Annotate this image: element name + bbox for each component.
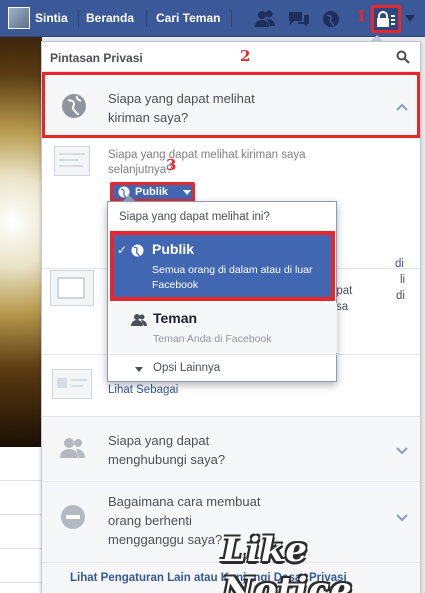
audience-dropdown-menu: Siapa yang dapat melihat ini? ✓ Publik S…: [107, 195, 337, 382]
top-navigation-bar: Sintia Beranda Cari Teman 1: [0, 0, 425, 37]
menu-heading: Siapa yang dapat melihat ini?: [119, 211, 270, 223]
setting-question: selanjutnya?: [108, 164, 173, 176]
friends-icon: [131, 314, 147, 326]
section-title-line: Siapa yang dapat: [108, 433, 210, 448]
search-icon[interactable]: [396, 50, 410, 64]
chevron-down-icon: [183, 190, 191, 195]
friends-icon: [60, 438, 85, 458]
annotation-number-1: 1: [356, 7, 367, 25]
messages-icon[interactable]: [288, 9, 310, 29]
cover-photo: [0, 37, 42, 447]
section-title-line: Siapa yang dapat melihat: [108, 91, 255, 106]
nav-divider: [146, 10, 147, 27]
menu-more-options[interactable]: Opsi Lainnya: [109, 354, 337, 382]
avatar[interactable]: [8, 7, 30, 29]
section-title-line: menghubungi saya?: [108, 452, 226, 467]
chevron-down-icon[interactable]: [395, 445, 409, 455]
privacy-shortcuts-button[interactable]: [371, 5, 401, 33]
menu-option-friends[interactable]: Teman Teman Anda di Facebook: [109, 303, 337, 353]
more-options-label: Opsi Lainnya: [153, 362, 221, 374]
annotation-number-2: 2: [240, 47, 251, 65]
block-icon: [61, 505, 85, 529]
background-list: [0, 447, 42, 593]
expand-arrow-icon: [135, 367, 143, 372]
photo-thumbnail: [50, 270, 94, 306]
friend-requests-icon[interactable]: [254, 9, 276, 29]
text-fragment: li: [400, 274, 406, 286]
text-fragment: sa: [336, 301, 349, 313]
check-icon: ✓: [117, 243, 128, 257]
account-menu-arrow-icon[interactable]: [405, 15, 415, 22]
find-friends-link[interactable]: Cari Teman: [156, 0, 220, 37]
who-can-contact-me-section[interactable]: Siapa yang dapat menghubungi saya?: [42, 416, 420, 480]
menu-caret: [122, 195, 136, 202]
nav-divider: [231, 10, 232, 27]
who-can-see-my-posts-section[interactable]: Siapa yang dapat melihat kiriman saya?: [42, 72, 420, 138]
notifications-globe-icon[interactable]: [320, 9, 342, 29]
annotation-number-3: 3: [166, 156, 177, 174]
option-description: Teman Anda di Facebook: [153, 333, 272, 345]
watermark: Like Notice: [222, 530, 353, 593]
section-title-line: kiriman saya?: [108, 110, 189, 125]
audience-selector-label: Publik: [135, 186, 169, 198]
post-preview-thumbnail: [54, 146, 90, 176]
globe-icon: [62, 94, 86, 118]
privacy-lock-icon: [377, 11, 395, 27]
home-link[interactable]: Beranda: [86, 0, 134, 37]
globe-icon: [131, 244, 144, 257]
view-as-link[interactable]: Lihat Sebagai: [108, 384, 178, 396]
option-title: Publik: [152, 241, 195, 257]
chevron-up-icon[interactable]: [395, 102, 409, 112]
screenshot-frame: { "topbar": { "profile_name": "Sintia", …: [0, 0, 425, 593]
profile-preview-thumbnail: [52, 369, 92, 399]
nav-divider: [78, 10, 79, 27]
chevron-down-icon[interactable]: [395, 512, 409, 522]
panel-header: Pintasan Privasi 2: [42, 42, 420, 72]
option-title: Teman: [153, 310, 198, 326]
section-title-line: Bagaimana cara membuat: [108, 494, 261, 509]
text-fragment: di: [396, 290, 405, 302]
menu-option-public[interactable]: ✓ Publik Semua orang di dalam atau di lu…: [110, 231, 335, 301]
panel-title: Pintasan Privasi: [50, 51, 143, 65]
setting-question: Siapa yang dapat melihat kiriman saya: [108, 149, 306, 161]
section-title-line: mengganggu saya?: [108, 532, 223, 547]
option-description: Semua orang di dalam atau di luar Facebo…: [152, 264, 313, 291]
profile-link[interactable]: Sintia: [35, 0, 68, 37]
section-title-line: orang berhenti: [108, 513, 192, 528]
